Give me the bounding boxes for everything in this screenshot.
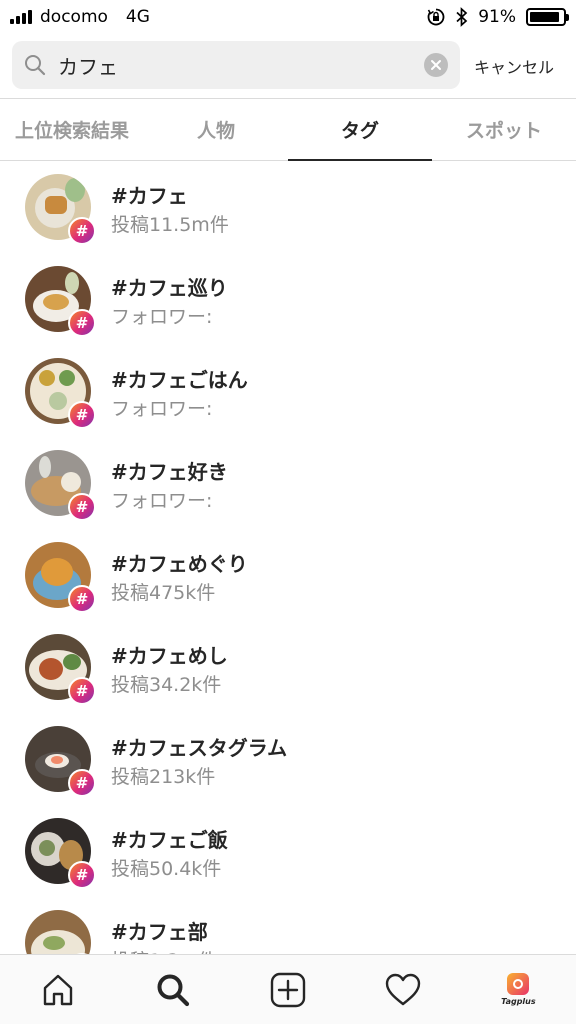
nav-new-post[interactable] (230, 955, 345, 1024)
add-post-icon (270, 972, 306, 1007)
tag-name: #カフェ (111, 184, 188, 208)
tag-name: #カフェ巡り (111, 276, 228, 300)
tag-result-item[interactable]: # #カフェスタグラム 投稿213k件 (0, 714, 576, 806)
battery-percent: 91% (478, 7, 516, 27)
tag-name: #カフェごはん (111, 368, 248, 392)
tag-name: #カフェ好き (111, 460, 228, 484)
nav-activity[interactable] (346, 955, 461, 1024)
clear-search-button[interactable] (424, 53, 448, 77)
tab-tags[interactable]: タグ (288, 99, 432, 161)
search-bar[interactable] (12, 41, 460, 89)
tag-follower-count: フォロワー: (111, 490, 213, 512)
status-bar: docomo 4G 91% (0, 0, 576, 34)
network-type: 4G (125, 7, 150, 27)
tag-post-count: 投稿11.5m件 (111, 214, 229, 236)
tag-follower-count: フォロワー: (111, 306, 213, 328)
tag-result-item[interactable]: # #カフェご飯 投稿50.4k件 (0, 806, 576, 898)
tag-result-item[interactable]: # #カフェめし 投稿34.2k件 (0, 622, 576, 714)
tag-result-item[interactable]: # #カフェ巡り フォロワー: (0, 254, 576, 346)
search-icon (25, 55, 46, 76)
search-tabs: 上位検索結果 人物 タグ スポット (0, 98, 576, 161)
nav-tagplus[interactable]: Tagplus (461, 955, 576, 1024)
close-icon (431, 60, 441, 70)
bluetooth-icon (456, 7, 468, 27)
rotation-lock-icon (427, 8, 445, 26)
tag-thumbnail (25, 910, 91, 954)
tab-places[interactable]: スポット (432, 99, 576, 160)
tab-people[interactable]: 人物 (144, 99, 288, 160)
tag-post-count: 投稿475k件 (111, 582, 216, 604)
hashtag-badge-icon: # (68, 585, 96, 613)
hashtag-badge-icon: # (68, 861, 96, 889)
tab-top[interactable]: 上位検索結果 (0, 99, 144, 160)
tag-name: #カフェめし (111, 644, 228, 668)
nav-home[interactable] (0, 955, 115, 1024)
nav-search[interactable] (115, 955, 230, 1024)
hashtag-badge-icon: # (68, 493, 96, 521)
signal-strength-icon (10, 10, 32, 24)
tag-name: #カフェご飯 (111, 828, 228, 852)
tagplus-app-button[interactable]: Tagplus (501, 973, 536, 1006)
tag-post-count: 投稿50.4k件 (111, 858, 222, 880)
tag-name: #カフェめぐり (111, 552, 248, 576)
tagplus-icon (507, 973, 530, 995)
search-icon (157, 974, 189, 1006)
tag-follower-count: フォロワー: (111, 398, 213, 420)
heart-icon (385, 973, 421, 1005)
hashtag-badge-icon: # (68, 309, 96, 337)
tag-result-item[interactable]: # #カフェ好き フォロワー: (0, 438, 576, 530)
tag-results-list: # #カフェ 投稿11.5m件 # #カフェ巡り フォロワー: # #カフェごは… (0, 162, 576, 954)
carrier-name: docomo (40, 7, 108, 27)
search-row: キャンセル (0, 40, 576, 90)
tag-name: #カフェスタグラム (111, 736, 288, 760)
tag-result-item[interactable]: # #カフェめぐり 投稿475k件 (0, 530, 576, 622)
bottom-navigation: Tagplus (0, 954, 576, 1024)
tag-post-count: 投稿213k件 (111, 766, 216, 788)
tag-result-item[interactable]: # #カフェごはん フォロワー: (0, 346, 576, 438)
cancel-button[interactable]: キャンセル (474, 54, 554, 78)
hashtag-badge-icon: # (68, 769, 96, 797)
search-input[interactable] (58, 53, 398, 77)
tagplus-label: Tagplus (501, 997, 536, 1006)
tag-post-count: 投稿1.2m件 (111, 946, 217, 954)
tag-post-count: 投稿34.2k件 (111, 674, 222, 696)
tag-name: #カフェ部 (111, 920, 208, 944)
home-icon (43, 974, 72, 1005)
hashtag-badge-icon: # (68, 217, 96, 245)
tag-result-item[interactable]: # #カフェ 投稿11.5m件 (0, 162, 576, 254)
hashtag-badge-icon: # (68, 401, 96, 429)
battery-icon (526, 8, 569, 26)
tag-result-item[interactable]: # #カフェ部 投稿1.2m件 (0, 898, 576, 954)
hashtag-badge-icon: # (68, 677, 96, 705)
